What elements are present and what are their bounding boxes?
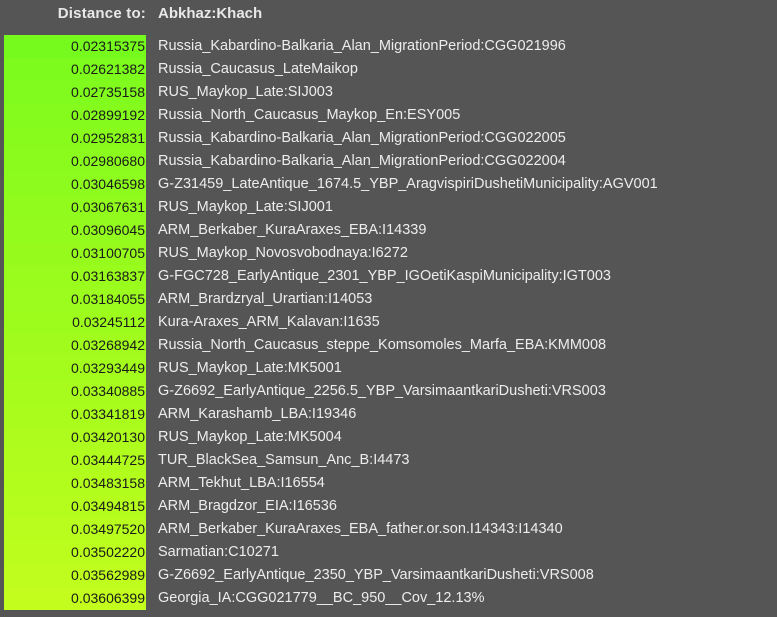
distance-value-cell: 0.03184055 [4, 288, 146, 311]
distance-value-cell: 0.03444725 [4, 449, 146, 472]
table-row: 0.03340885 G-Z6692_EarlyAntique_2256.5_YB… [0, 380, 777, 403]
population-name-cell: ARM_Berkaber_KuraAraxes_EBA:I14339 [158, 222, 427, 238]
table-row: 0.02899192 Russia_North_Caucasus_Maykop_E… [0, 104, 777, 127]
distance-value-cell: 0.03497520 [4, 518, 146, 541]
distance-value-cell: 0.03562989 [4, 564, 146, 587]
population-name-cell: Georgia_IA:CGG021779__BC_950__Cov_12.13% [158, 590, 485, 606]
population-name-cell: Sarmatian:C10271 [158, 544, 279, 560]
table-row: 0.03067631 RUS_Maykop_Late:SIJ001 [0, 196, 777, 219]
distance-value-cell: 0.02735158 [4, 81, 146, 104]
distance-value-cell: 0.03340885 [4, 380, 146, 403]
table-row: 0.02980680 Russia_Kabardino-Balkaria_Alan… [0, 150, 777, 173]
population-name-cell: ARM_Berkaber_KuraAraxes_EBA_father.or.so… [158, 521, 563, 537]
distance-value-cell: 0.03293449 [4, 357, 146, 380]
distance-value-cell: 0.03606399 [4, 587, 146, 610]
table-row: 0.02952831 Russia_Kabardino-Balkaria_Alan… [0, 127, 777, 150]
population-name-cell: G-Z6692_EarlyAntique_2350_YBP_Varsimaant… [158, 567, 594, 583]
table-row: 0.03046598 G-Z31459_LateAntique_1674.5_YB… [0, 173, 777, 196]
table-row: 0.03096045 ARM_Berkaber_KuraAraxes_EBA:I1… [0, 219, 777, 242]
population-name-cell: Russia_Kabardino-Balkaria_Alan_Migration… [158, 130, 566, 146]
population-name-cell: TUR_BlackSea_Samsun_Anc_B:I4473 [158, 452, 410, 468]
distance-value-cell: 0.03100705 [4, 242, 146, 265]
target-population-name: Abkhaz:Khach [158, 5, 263, 22]
table-row: 0.03163837 G-FGC728_EarlyAntique_2301_YBP… [0, 265, 777, 288]
distance-table: 0.02315375 Russia_Kabardino-Balkaria_Alan… [0, 35, 777, 610]
distance-value-cell: 0.02952831 [4, 127, 146, 150]
distance-value-cell: 0.03483158 [4, 472, 146, 495]
table-row: 0.03100705 RUS_Maykop_Novosvobodnaya:I627… [0, 242, 777, 265]
population-name-cell: RUS_Maykop_Late:SIJ003 [158, 84, 333, 100]
population-name-cell: Russia_Kabardino-Balkaria_Alan_Migration… [158, 38, 566, 54]
distance-value-cell: 0.02621382 [4, 58, 146, 81]
distance-value-cell: 0.03268942 [4, 334, 146, 357]
distance-value-cell: 0.03494815 [4, 495, 146, 518]
table-row: 0.03245112 Kura-Araxes_ARM_Kalavan:I1635 [0, 311, 777, 334]
population-name-cell: RUS_Maykop_Late:MK5001 [158, 360, 342, 376]
distance-value-cell: 0.03502220 [4, 541, 146, 564]
population-name-cell: ARM_Karashamb_LBA:I19346 [158, 406, 357, 422]
table-row: 0.03483158 ARM_Tekhut_LBA:I16554 [0, 472, 777, 495]
population-name-cell: G-FGC728_EarlyAntique_2301_YBP_IGOetiKas… [158, 268, 611, 284]
distance-value-cell: 0.03245112 [4, 311, 146, 334]
table-row: 0.02621382 Russia_Caucasus_LateMaikop [0, 58, 777, 81]
population-name-cell: RUS_Maykop_Late:SIJ001 [158, 199, 333, 215]
distance-value-cell: 0.02899192 [4, 104, 146, 127]
table-row: 0.03341819 ARM_Karashamb_LBA:I19346 [0, 403, 777, 426]
table-row: 0.03444725 TUR_BlackSea_Samsun_Anc_B:I447… [0, 449, 777, 472]
population-name-cell: G-Z6692_EarlyAntique_2256.5_YBP_Varsimaa… [158, 383, 606, 399]
table-row: 0.03268942 Russia_North_Caucasus_steppe_K… [0, 334, 777, 357]
population-name-cell: Russia_North_Caucasus_Maykop_En:ESY005 [158, 107, 461, 123]
population-name-cell: RUS_Maykop_Late:MK5004 [158, 429, 342, 445]
table-row: 0.03562989 G-Z6692_EarlyAntique_2350_YBP_… [0, 564, 777, 587]
table-row: 0.03420130 RUS_Maykop_Late:MK5004 [0, 426, 777, 449]
distance-value-cell: 0.02980680 [4, 150, 146, 173]
table-row: 0.02735158 RUS_Maykop_Late:SIJ003 [0, 81, 777, 104]
distance-value-cell: 0.03096045 [4, 219, 146, 242]
population-name-cell: RUS_Maykop_Novosvobodnaya:I6272 [158, 245, 408, 261]
population-name-cell: ARM_Brardzryal_Urartian:I14053 [158, 291, 373, 307]
distance-value-cell: 0.03163837 [4, 265, 146, 288]
distance-value-cell: 0.03341819 [4, 403, 146, 426]
table-row: 0.03494815 ARM_Bragdzor_EIA:I16536 [0, 495, 777, 518]
table-row: 0.03184055 ARM_Brardzryal_Urartian:I14053 [0, 288, 777, 311]
population-name-cell: Kura-Araxes_ARM_Kalavan:I1635 [158, 314, 380, 330]
distance-results-page: Distance to: Abkhaz:Khach 0.02315375 Russ… [0, 0, 777, 617]
table-row: 0.03606399 Georgia_IA:CGG021779__BC_950__… [0, 587, 777, 610]
distance-value-cell: 0.03067631 [4, 196, 146, 219]
population-name-cell: ARM_Bragdzor_EIA:I16536 [158, 498, 337, 514]
population-name-cell: G-Z31459_LateAntique_1674.5_YBP_Aragvisp… [158, 176, 658, 192]
distance-to-label: Distance to: [57, 5, 146, 22]
population-name-cell: Russia_Kabardino-Balkaria_Alan_Migration… [158, 153, 566, 169]
table-row: 0.03293449 RUS_Maykop_Late:MK5001 [0, 357, 777, 380]
results-header: Distance to: Abkhaz:Khach [0, 0, 777, 30]
population-name-cell: Russia_North_Caucasus_steppe_Komsomoles_… [158, 337, 607, 353]
table-row: 0.03502220 Sarmatian:C10271 [0, 541, 777, 564]
population-name-cell: Russia_Caucasus_LateMaikop [158, 61, 358, 77]
table-row: 0.03497520 ARM_Berkaber_KuraAraxes_EBA_fa… [0, 518, 777, 541]
population-name-cell: ARM_Tekhut_LBA:I16554 [158, 475, 325, 491]
distance-value-cell: 0.02315375 [4, 35, 146, 58]
distance-value-cell: 0.03046598 [4, 173, 146, 196]
distance-value-cell: 0.03420130 [4, 426, 146, 449]
table-row: 0.02315375 Russia_Kabardino-Balkaria_Alan… [0, 35, 777, 58]
